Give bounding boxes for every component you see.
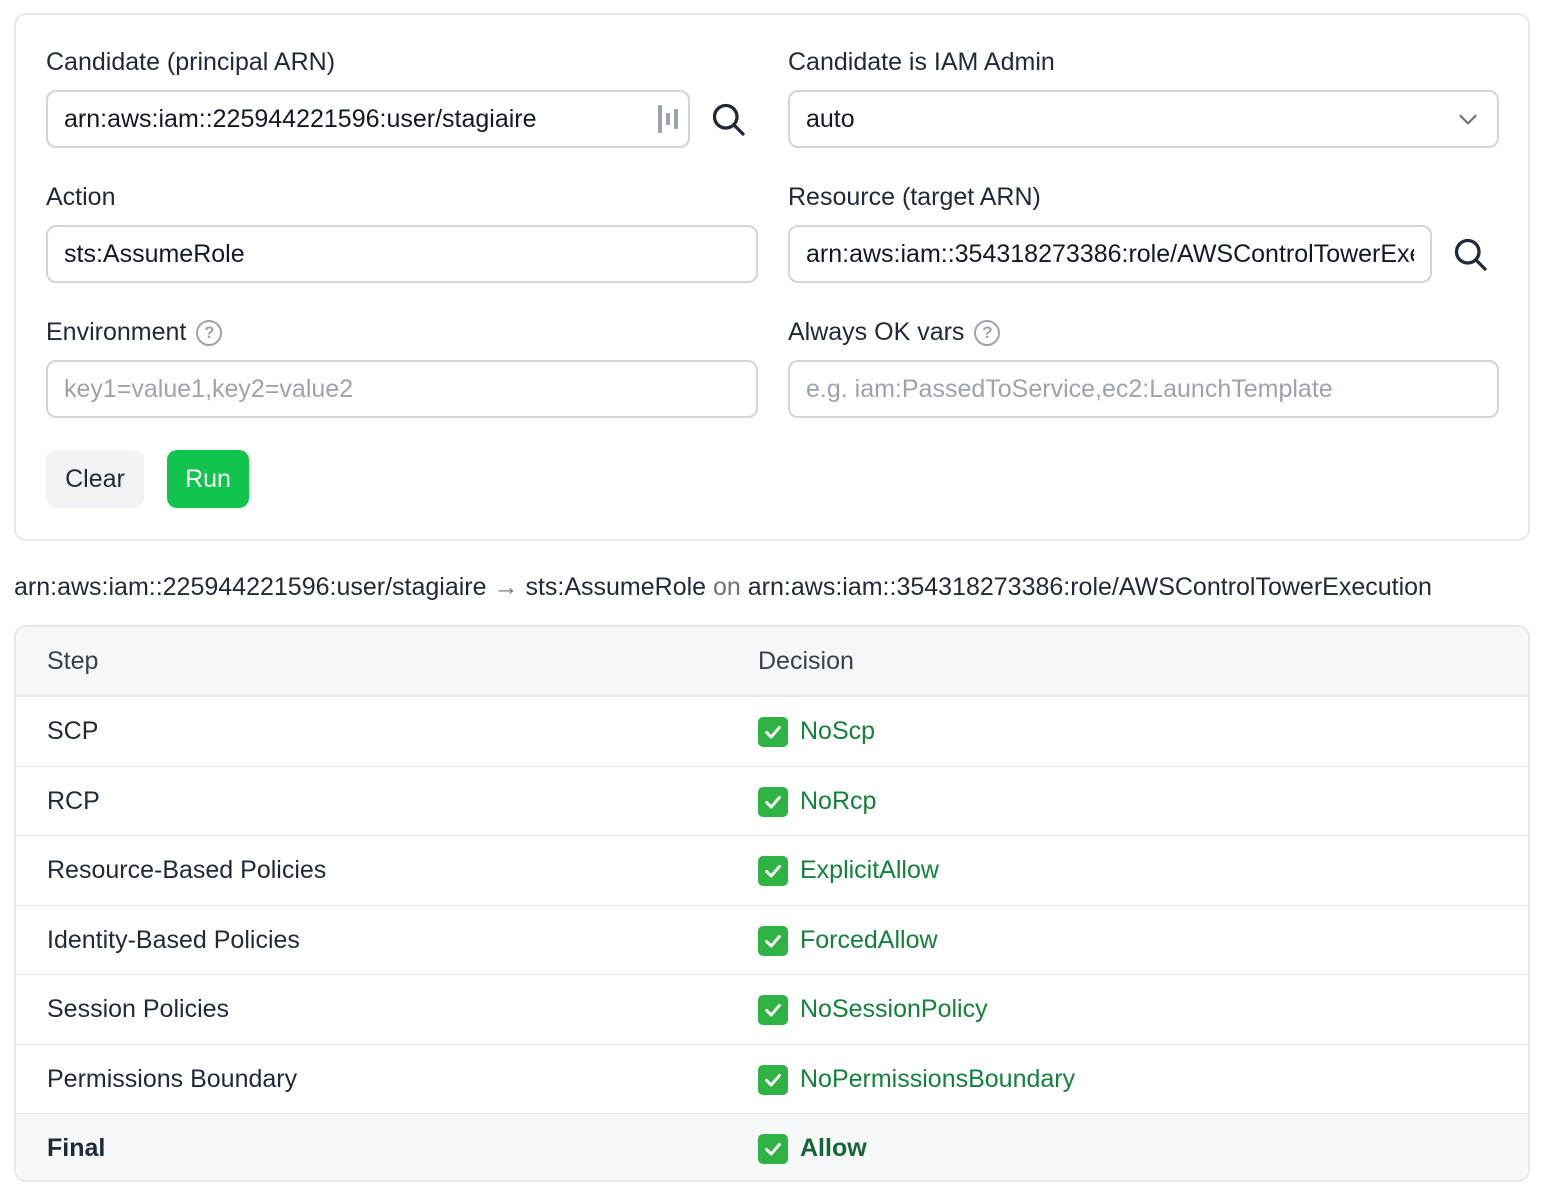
decision-value: NoRcp [800, 787, 877, 815]
password-manager-icon[interactable] [658, 105, 680, 133]
decision-cell: NoPermissionsBoundary [758, 1064, 1076, 1095]
resource-search-icon[interactable] [1452, 236, 1488, 272]
always-ok-input[interactable] [788, 360, 1499, 418]
decision-cell: NoSessionPolicy [758, 994, 988, 1025]
step-cell: Identity-Based Policies [47, 926, 300, 954]
query-summary: arn:aws:iam::225944221596:user/stagiaire… [14, 573, 1432, 602]
iam-admin-select[interactable]: auto [788, 90, 1499, 148]
iam-admin-selected-value: auto [806, 104, 855, 133]
action-label-text: Action [46, 183, 116, 211]
candidate-input[interactable] [46, 90, 690, 148]
step-cell: Permissions Boundary [47, 1065, 298, 1093]
environment-label: Environment ? [46, 318, 223, 347]
step-cell: Resource-Based Policies [47, 856, 327, 884]
always-ok-label-text: Always OK vars [788, 318, 965, 346]
table-header: Step Decision [16, 627, 1528, 696]
environment-help-icon[interactable]: ? [196, 319, 223, 346]
always-ok-help-icon[interactable]: ? [974, 319, 1001, 346]
decision-cell: NoScp [758, 716, 876, 747]
candidate-label-text: Candidate (principal ARN) [46, 48, 336, 76]
check-mark-icon [758, 1064, 788, 1095]
chevron-down-icon [1459, 114, 1477, 125]
table-row: Identity-Based Policies ForcedAllow [16, 905, 1528, 975]
iam-admin-label-text: Candidate is IAM Admin [788, 48, 1055, 76]
check-mark-icon [758, 786, 788, 817]
run-button[interactable]: Run [167, 450, 249, 508]
action-label: Action [46, 183, 115, 212]
results-table: Step Decision SCP NoScp RCP NoRcp Resour… [14, 625, 1530, 1182]
check-mark-icon [758, 994, 788, 1025]
table-row: Resource-Based Policies ExplicitAllow [16, 835, 1528, 905]
decision-value: ExplicitAllow [800, 856, 939, 884]
decision-value: NoPermissionsBoundary [800, 1065, 1076, 1093]
decision-cell: ForcedAllow [758, 925, 938, 956]
final-decision-value: Allow [800, 1134, 867, 1162]
final-step-cell: Final [47, 1134, 106, 1162]
resource-input[interactable] [788, 225, 1432, 283]
table-row-final: Final Allow [16, 1113, 1528, 1180]
column-header-step: Step [47, 646, 99, 675]
check-mark-icon [758, 716, 788, 747]
check-mark-icon [758, 925, 788, 956]
final-decision-cell: Allow [758, 1133, 867, 1164]
clear-button[interactable]: Clear [46, 450, 144, 508]
resource-label-text: Resource (target ARN) [788, 183, 1041, 211]
decision-value: NoScp [800, 717, 876, 745]
always-ok-label: Always OK vars ? [788, 318, 1001, 347]
summary-arrow: → [493, 573, 519, 601]
summary-resource: arn:aws:iam::354318273386:role/AWSContro… [747, 573, 1432, 601]
summary-action: sts:AssumeRole [525, 573, 707, 601]
check-mark-icon [758, 1133, 788, 1164]
summary-on: on [713, 573, 741, 601]
column-header-decision: Decision [758, 646, 854, 675]
table-row: Session Policies NoSessionPolicy [16, 974, 1528, 1044]
summary-principal: arn:aws:iam::225944221596:user/stagiaire [14, 573, 487, 601]
query-form: Candidate (principal ARN) Candidate is I… [14, 13, 1530, 541]
iam-admin-label: Candidate is IAM Admin [788, 48, 1055, 77]
check-mark-icon [758, 855, 788, 886]
environment-input[interactable] [46, 360, 758, 418]
step-cell: SCP [47, 717, 99, 745]
step-cell: Session Policies [47, 995, 230, 1023]
table-row: Permissions Boundary NoPermissionsBounda… [16, 1044, 1528, 1114]
table-row: SCP NoScp [16, 696, 1528, 766]
candidate-label: Candidate (principal ARN) [46, 48, 335, 77]
action-input[interactable] [46, 225, 758, 283]
resource-label: Resource (target ARN) [788, 183, 1041, 212]
decision-value: ForcedAllow [800, 926, 938, 954]
step-cell: RCP [47, 787, 100, 815]
decision-cell: NoRcp [758, 786, 877, 817]
table-row: RCP NoRcp [16, 766, 1528, 836]
candidate-search-icon[interactable] [710, 101, 746, 137]
candidate-field [46, 90, 690, 148]
decision-value: NoSessionPolicy [800, 995, 988, 1023]
environment-label-text: Environment [46, 318, 187, 346]
decision-cell: ExplicitAllow [758, 855, 939, 886]
